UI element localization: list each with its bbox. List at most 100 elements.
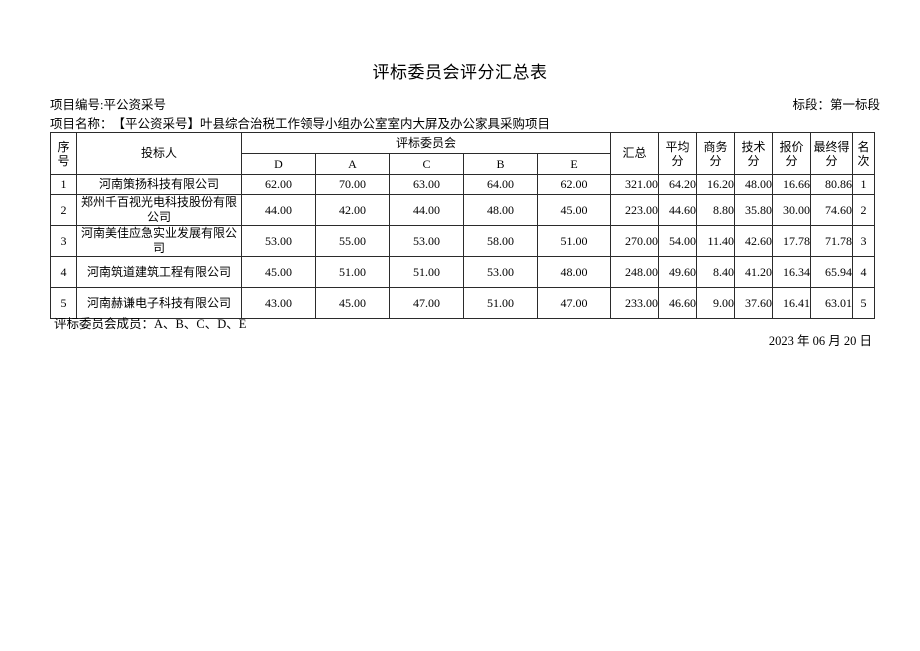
row-technical: 35.80 <box>734 194 773 226</box>
row-final: 71.78 <box>810 225 853 257</box>
row-technical: 37.60 <box>734 287 773 319</box>
row-average: 46.60 <box>658 287 697 319</box>
header-rank: 名 次 <box>852 132 875 175</box>
header-bidder: 投标人 <box>76 132 242 175</box>
row-average: 54.00 <box>658 225 697 257</box>
row-total: 223.00 <box>610 194 659 226</box>
header-judge-d: D <box>241 153 316 175</box>
header-technical-line1: 技术 <box>741 139 766 154</box>
row-final: 65.94 <box>810 256 853 288</box>
row-bidder: 河南美佳应急实业发展有限公司 <box>76 225 242 257</box>
header-business-line1: 商务 <box>703 139 728 154</box>
row-technical: 42.60 <box>734 225 773 257</box>
header-index-char2: 号 <box>57 153 70 168</box>
row-price: 16.66 <box>772 174 811 195</box>
row-business: 8.40 <box>696 256 735 288</box>
project-number-value: 平公资采号 <box>103 98 166 112</box>
row-final: 63.01 <box>810 287 853 319</box>
header-price-line1: 报价 <box>779 139 804 154</box>
row-index: 4 <box>50 256 77 288</box>
row-technical: 48.00 <box>734 174 773 195</box>
committee-members-note: 评标委员会成员：A、B、C、D、E <box>54 317 247 331</box>
row-business: 9.00 <box>696 287 735 319</box>
row-score-a: 70.00 <box>315 174 390 195</box>
header-average-line1: 平均 <box>665 139 690 154</box>
header-index-char1: 序 <box>57 139 70 154</box>
header-judge-e: E <box>537 153 611 175</box>
row-price: 16.41 <box>772 287 811 319</box>
row-score-e: 47.00 <box>537 287 611 319</box>
row-index: 3 <box>50 225 77 257</box>
row-bidder: 河南筑道建筑工程有限公司 <box>76 256 242 288</box>
section-info: 标段：第一标段 <box>792 96 880 115</box>
row-rank: 3 <box>852 225 875 257</box>
row-price: 17.78 <box>772 225 811 257</box>
row-index: 2 <box>50 194 77 226</box>
table-row: 3 河南美佳应急实业发展有限公司 53.00 55.00 53.00 58.00… <box>50 225 875 257</box>
row-rank: 2 <box>852 194 875 226</box>
header-final-line2: 分 <box>825 153 838 168</box>
row-score-e: 45.00 <box>537 194 611 226</box>
row-price: 30.00 <box>772 194 811 226</box>
row-total: 270.00 <box>610 225 659 257</box>
row-final: 80.86 <box>810 174 853 195</box>
table-row: 1 河南策扬科技有限公司 62.00 70.00 63.00 64.00 62.… <box>50 174 875 195</box>
row-score-d: 62.00 <box>241 174 316 195</box>
row-score-b: 58.00 <box>463 225 538 257</box>
document-page: 评标委员会评分汇总表 项目编号:平公资采号 标段：第一标段 项目名称：【平公资采… <box>0 0 920 651</box>
row-score-c: 53.00 <box>389 225 464 257</box>
row-score-e: 62.00 <box>537 174 611 195</box>
row-total: 321.00 <box>610 174 659 195</box>
row-technical: 41.20 <box>734 256 773 288</box>
row-average: 49.60 <box>658 256 697 288</box>
header-average-line2: 分 <box>671 153 684 168</box>
row-score-b: 48.00 <box>463 194 538 226</box>
row-score-c: 51.00 <box>389 256 464 288</box>
project-number-label: 项目编号: <box>50 98 104 112</box>
header-price: 报价 分 <box>772 132 811 175</box>
header-total: 汇总 <box>610 132 659 175</box>
header-committee-group: 评标委员会 <box>241 132 611 154</box>
header-technical: 技术 分 <box>734 132 773 175</box>
table-row: 4 河南筑道建筑工程有限公司 45.00 51.00 51.00 53.00 4… <box>50 256 875 288</box>
row-bidder: 郑州千百视光电科技股份有限公司 <box>76 194 242 226</box>
header-judge-b: B <box>463 153 538 175</box>
row-business: 8.80 <box>696 194 735 226</box>
row-score-e: 48.00 <box>537 256 611 288</box>
header-business-line2: 分 <box>709 153 722 168</box>
row-score-d: 43.00 <box>241 287 316 319</box>
row-total: 233.00 <box>610 287 659 319</box>
header-rank-char1: 名 <box>857 139 870 154</box>
header-judge-a: A <box>315 153 390 175</box>
row-business: 16.20 <box>696 174 735 195</box>
row-score-b: 64.00 <box>463 174 538 195</box>
row-rank: 1 <box>852 174 875 195</box>
row-score-b: 53.00 <box>463 256 538 288</box>
row-score-a: 42.00 <box>315 194 390 226</box>
row-score-d: 45.00 <box>241 256 316 288</box>
row-score-c: 63.00 <box>389 174 464 195</box>
document-date: 2023 年 06 月 20 日 <box>768 334 872 348</box>
row-business: 11.40 <box>696 225 735 257</box>
row-index: 1 <box>50 174 77 195</box>
row-score-a: 55.00 <box>315 225 390 257</box>
project-meta: 项目编号:平公资采号 标段：第一标段 项目名称：【平公资采号】叶县综合治税工作领… <box>50 96 880 134</box>
header-average: 平均 分 <box>658 132 697 175</box>
row-score-b: 51.00 <box>463 287 538 319</box>
header-final: 最终得 分 <box>810 132 853 175</box>
header-technical-line2: 分 <box>747 153 760 168</box>
row-score-a: 45.00 <box>315 287 390 319</box>
project-number-row: 项目编号:平公资采号 标段：第一标段 <box>50 96 880 115</box>
header-judge-c: C <box>389 153 464 175</box>
row-average: 64.20 <box>658 174 697 195</box>
row-score-c: 44.00 <box>389 194 464 226</box>
header-rank-char2: 次 <box>857 153 870 168</box>
row-score-d: 53.00 <box>241 225 316 257</box>
row-rank: 4 <box>852 256 875 288</box>
row-bidder: 河南策扬科技有限公司 <box>76 174 242 195</box>
score-summary-table: 序 号 投标人 评标委员会 汇总 平均 分 商务 分 技术 分 报价 分 最终得… <box>50 132 875 319</box>
row-price: 16.34 <box>772 256 811 288</box>
table-row: 2 郑州千百视光电科技股份有限公司 44.00 42.00 44.00 48.0… <box>50 194 875 226</box>
page-title: 评标委员会评分汇总表 <box>372 63 548 82</box>
row-average: 44.60 <box>658 194 697 226</box>
